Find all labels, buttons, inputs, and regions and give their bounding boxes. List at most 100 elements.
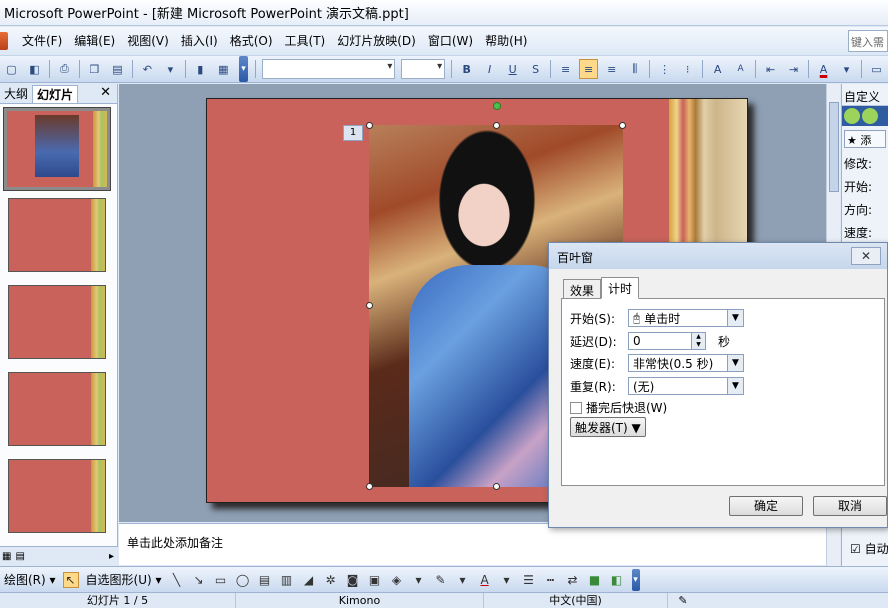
fill-color-dropdown-icon[interactable]: ▾ xyxy=(411,572,427,588)
sorter-view-icon[interactable]: ▤ xyxy=(15,551,24,562)
undo-icon[interactable]: ↶ xyxy=(138,59,157,79)
menu-slideshow[interactable]: 幻灯片放映(D) xyxy=(331,30,422,52)
oval-icon[interactable]: ◯ xyxy=(235,572,251,588)
copy-icon[interactable]: ❐ xyxy=(85,59,104,79)
dash-style-icon[interactable]: ┅ xyxy=(543,572,559,588)
dialog-close-button[interactable]: ✕ xyxy=(851,247,881,265)
grow-font-button[interactable]: A xyxy=(708,59,727,79)
scrollbar-thumb[interactable] xyxy=(829,102,839,192)
font-name-combo[interactable] xyxy=(262,59,396,79)
shrink-font-button[interactable]: A xyxy=(731,59,750,79)
bullets-icon[interactable]: ⁝ xyxy=(678,59,697,79)
slide-thumbnail-1[interactable] xyxy=(3,107,111,191)
resize-handle-s[interactable] xyxy=(493,483,500,490)
tab-effect[interactable]: 效果 xyxy=(563,279,602,299)
tab-timing[interactable]: 计时 xyxy=(601,277,640,299)
drawbar-options-icon[interactable]: ▾ xyxy=(631,568,640,591)
resize-handle-n[interactable] xyxy=(493,122,500,129)
ok-button[interactable]: 确定 xyxy=(729,496,803,516)
fill-color-icon[interactable]: ◈ xyxy=(389,572,405,588)
arrow-icon[interactable]: ↘ xyxy=(191,572,207,588)
spinner-arrows-icon[interactable]: ▲ ▼ xyxy=(691,333,705,349)
font-size-combo[interactable] xyxy=(401,59,446,79)
align-center-icon[interactable]: ≡ xyxy=(579,59,599,79)
font-color-drawbar-dropdown-icon[interactable]: ▾ xyxy=(499,572,515,588)
forward-icon[interactable] xyxy=(862,108,878,124)
close-icon[interactable]: ✕ xyxy=(100,85,111,100)
animation-order-tag[interactable]: 1 xyxy=(343,125,363,141)
menu-help[interactable]: 帮助(H) xyxy=(479,30,533,52)
line-color-icon[interactable]: ✎ xyxy=(433,572,449,588)
rewind-label[interactable]: 播完后快退(W) xyxy=(586,399,667,416)
clipart-icon[interactable]: ◙ xyxy=(345,572,361,588)
select-objects-icon[interactable]: ↖ xyxy=(62,571,79,588)
toolbar-options-icon[interactable]: ▾ xyxy=(238,56,249,82)
autopreview-checkbox[interactable]: ☑ 自动 xyxy=(850,540,888,557)
arrow-style-icon[interactable]: ⇄ xyxy=(565,572,581,588)
scroll-right-icon[interactable]: ▸ xyxy=(109,551,114,562)
tab-outline[interactable]: 大纲 xyxy=(0,85,32,103)
speed-select[interactable]: 非常快(0.5 秒) ▼ xyxy=(628,354,744,372)
textbox-icon[interactable]: ▤ xyxy=(257,572,273,588)
resize-handle-w[interactable] xyxy=(366,302,373,309)
distributed-align-icon[interactable]: ⫼ xyxy=(625,59,644,79)
add-effect-button[interactable]: ★ 添 xyxy=(844,130,886,148)
autoshapes-menu[interactable]: 自选图形(U) ▾ xyxy=(82,571,166,588)
start-select[interactable]: 🖰 单击时 ▼ xyxy=(628,309,744,327)
triggers-button[interactable]: 触发器(T) ▼ xyxy=(570,417,646,437)
menu-window[interactable]: 窗口(W) xyxy=(422,30,479,52)
undo-dropdown-icon[interactable]: ▾ xyxy=(161,59,180,79)
slide-thumbnail-5[interactable] xyxy=(8,459,106,533)
font-color-button[interactable]: A xyxy=(814,59,833,79)
cancel-button[interactable]: 取消 xyxy=(813,496,887,516)
rotate-handle[interactable] xyxy=(493,102,501,110)
slide-thumbnail-3[interactable] xyxy=(8,285,106,359)
print-icon[interactable]: ⎙ xyxy=(55,59,74,79)
menu-file[interactable]: 文件(F) xyxy=(16,30,68,52)
line-style-icon[interactable]: ☰ xyxy=(521,572,537,588)
delay-spinner[interactable]: 0 ▲ ▼ xyxy=(628,332,706,350)
draw-menu[interactable]: 绘图(R) ▾ xyxy=(0,571,60,588)
tab-slides[interactable]: 幻灯片 xyxy=(32,85,79,103)
font-color-dropdown-icon[interactable]: ▾ xyxy=(837,59,856,79)
increase-indent-icon[interactable]: ⇥ xyxy=(784,59,803,79)
paste-icon[interactable]: ▤ xyxy=(108,59,127,79)
bold-button[interactable]: B xyxy=(457,59,476,79)
resize-handle-sw[interactable] xyxy=(366,483,373,490)
repeat-select[interactable]: (无) ▼ xyxy=(628,377,744,395)
menu-insert[interactable]: 插入(I) xyxy=(175,30,224,52)
align-right-icon[interactable]: ≡ xyxy=(602,59,621,79)
numbering-icon[interactable]: ⋮ xyxy=(655,59,674,79)
slide-thumbnail-2[interactable] xyxy=(8,198,106,272)
vertical-textbox-icon[interactable]: ▥ xyxy=(279,572,295,588)
back-icon[interactable] xyxy=(844,108,860,124)
font-color-icon[interactable]: A xyxy=(477,572,493,588)
underline-button[interactable]: U xyxy=(503,59,522,79)
design-icon[interactable]: ▭ xyxy=(867,59,886,79)
normal-view-icon[interactable]: ▦ xyxy=(2,551,11,562)
menu-view[interactable]: 视图(V) xyxy=(121,30,175,52)
italic-button[interactable]: I xyxy=(480,59,499,79)
permission-icon[interactable]: ◧ xyxy=(25,59,44,79)
spelling-icon[interactable]: ✎ xyxy=(668,593,698,608)
resize-handle-nw[interactable] xyxy=(366,122,373,129)
decrease-indent-icon[interactable]: ⇤ xyxy=(761,59,780,79)
menu-format[interactable]: 格式(O) xyxy=(224,30,279,52)
diagram-icon[interactable]: ✲ xyxy=(323,572,339,588)
align-left-icon[interactable]: ≡ xyxy=(556,59,575,79)
wordart-icon[interactable]: ◢ xyxy=(301,572,317,588)
picture-icon[interactable]: ▣ xyxy=(367,572,383,588)
line-color-dropdown-icon[interactable]: ▾ xyxy=(455,572,471,588)
3d-style-icon[interactable]: ◧ xyxy=(609,572,625,588)
powerpoint-app-icon[interactable] xyxy=(0,32,8,50)
shadow-button[interactable]: S xyxy=(526,59,545,79)
line-icon[interactable]: ╲ xyxy=(169,572,185,588)
resize-handle-ne[interactable] xyxy=(619,122,626,129)
menu-tools[interactable]: 工具(T) xyxy=(279,30,332,52)
rectangle-icon[interactable]: ▭ xyxy=(213,572,229,588)
menu-edit[interactable]: 编辑(E) xyxy=(68,30,121,52)
help-search-input[interactable]: 键入需 xyxy=(848,30,888,52)
table-icon[interactable]: ▦ xyxy=(214,59,233,79)
rewind-checkbox[interactable] xyxy=(570,401,582,414)
shadow-style-icon[interactable]: ■ xyxy=(587,572,603,588)
